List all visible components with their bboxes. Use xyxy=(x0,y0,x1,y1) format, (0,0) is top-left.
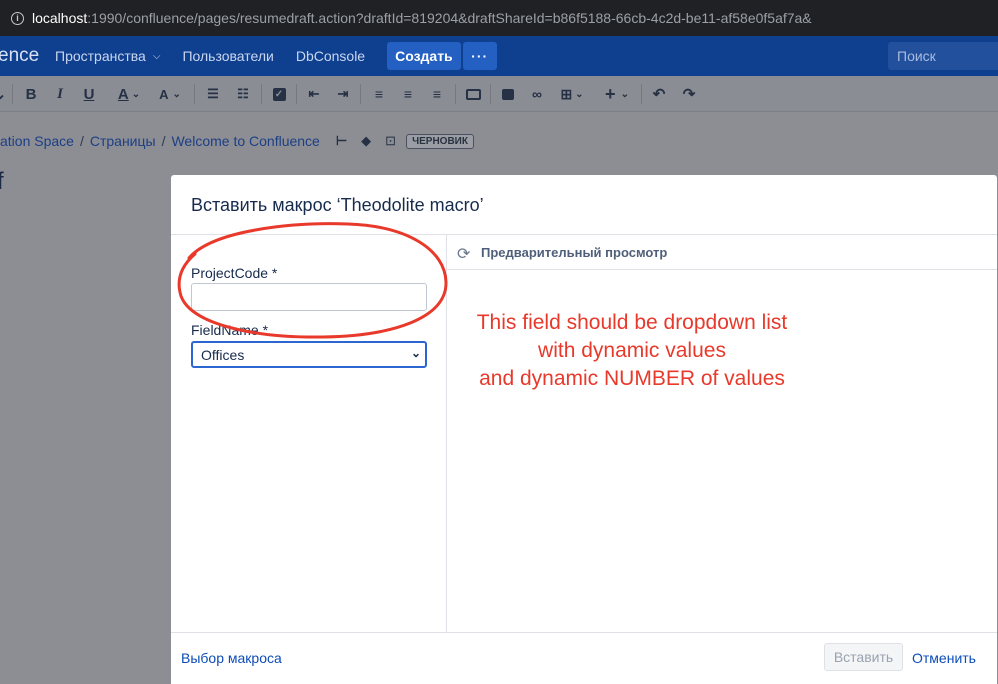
page-tree-icon[interactable]: ⊢ xyxy=(336,133,347,149)
nav-users[interactable]: Пользователи xyxy=(182,48,273,64)
url-host: localhost xyxy=(32,10,88,26)
annotation-line: with dynamic values xyxy=(538,339,726,362)
toolbar-divider xyxy=(490,84,491,104)
app-header: ence Пространства ⌵ Пользователи DbConso… xyxy=(0,36,998,76)
task-list-icon[interactable]: ✓ xyxy=(270,85,288,103)
annotation-ellipse xyxy=(177,222,448,339)
preview-divider xyxy=(447,269,997,270)
confluence-logo[interactable]: ence xyxy=(0,45,55,67)
breadcrumb-space[interactable]: ation Space xyxy=(0,133,74,149)
field-name-select[interactable]: Offices ⌄ xyxy=(191,341,427,368)
create-button[interactable]: Создать xyxy=(387,42,461,70)
toolbar-divider xyxy=(12,84,13,104)
status-badge: ЧЕРНОВИК xyxy=(406,133,474,149)
editor-toolbar: ⌄ B I U A ⌄ A ⌄ ☰ ☷ ✓ ⇤ ⇥ ≡ ≡ ≡ ∞ ⊞ ⌄ + ⌄ ↶ … xyxy=(0,76,998,112)
undo-icon[interactable]: ↶ xyxy=(650,85,668,103)
refresh-icon[interactable]: ⟳ xyxy=(457,244,470,264)
align-right-icon[interactable]: ≡ xyxy=(428,85,446,103)
image-icon[interactable] xyxy=(499,85,517,103)
italic-icon[interactable]: I xyxy=(51,85,69,103)
browser-address-bar[interactable]: i localhost:1990/confluence/pages/resume… xyxy=(0,0,998,36)
select-macro-link[interactable]: Выбор макроса xyxy=(181,650,282,666)
breadcrumb-separator: / xyxy=(161,133,166,149)
url-path: :1990/confluence/pages/resumedraft.actio… xyxy=(87,10,812,26)
breadcrumb: ation Space / Страницы / Welcome to Conf… xyxy=(0,133,474,149)
field-name-selected-value: Offices xyxy=(201,346,245,363)
nav-spaces[interactable]: Пространства ⌵ xyxy=(55,48,160,64)
toolbar-divider xyxy=(194,84,195,104)
toolbar-divider xyxy=(360,84,361,104)
annotation-line: and dynamic NUMBER of values xyxy=(479,367,785,390)
search-input[interactable]: Поиск xyxy=(888,42,998,70)
text-style-icon[interactable]: A ⌄ xyxy=(155,85,185,103)
toolbar-divider xyxy=(296,84,297,104)
toolbar-divider xyxy=(641,84,642,104)
underline-icon[interactable]: U xyxy=(80,85,98,103)
toolbar-divider xyxy=(261,84,262,104)
indent-icon[interactable]: ⇥ xyxy=(334,85,352,103)
more-button[interactable]: ··· xyxy=(462,42,497,70)
bold-icon[interactable]: B xyxy=(22,85,40,103)
preview-heading: Предварительный просмотр xyxy=(481,245,668,260)
chevron-down-icon: ⌄ xyxy=(410,346,421,360)
chevron-down-icon[interactable]: ⌄ xyxy=(0,85,6,103)
breadcrumb-pages[interactable]: Страницы xyxy=(90,133,156,149)
align-center-icon[interactable]: ≡ xyxy=(399,85,417,103)
site-info-icon[interactable]: i xyxy=(11,11,24,25)
cancel-button[interactable]: Отменить xyxy=(912,650,976,666)
unlock-icon[interactable]: ⊡ xyxy=(385,133,396,149)
dialog-footer-divider xyxy=(171,632,997,633)
nav-dbconsole[interactable]: DbConsole xyxy=(296,48,365,64)
breadcrumb-page[interactable]: Welcome to Confluence xyxy=(171,133,319,149)
nav-spaces-label: Пространства xyxy=(55,48,146,64)
toolbar-divider xyxy=(455,84,456,104)
bullet-list-icon[interactable]: ☰ xyxy=(204,85,222,103)
page-layout-icon[interactable] xyxy=(464,85,482,103)
outdent-icon[interactable]: ⇤ xyxy=(305,85,323,103)
text-color-icon[interactable]: A ⌄ xyxy=(114,85,144,103)
page-title[interactable]: f xyxy=(0,168,4,196)
redo-icon[interactable]: ↷ xyxy=(680,85,698,103)
insert-button[interactable]: Вставить xyxy=(824,643,903,671)
breadcrumb-separator: / xyxy=(79,133,84,149)
annotation-line: This field should be dropdown list xyxy=(476,311,788,334)
annotation-text: This field should be dropdown list with … xyxy=(447,309,817,393)
chevron-down-icon: ⌵ xyxy=(152,50,161,62)
numbered-list-icon[interactable]: ☷ xyxy=(234,85,252,103)
link-icon[interactable]: ∞ xyxy=(528,85,546,103)
tag-icon[interactable]: ◆ xyxy=(361,133,371,149)
align-left-icon[interactable]: ≡ xyxy=(370,85,388,103)
dialog-title: Вставить макрос ‘Theodolite macro’ xyxy=(191,195,484,215)
insert-more-icon[interactable]: + ⌄ xyxy=(601,84,633,104)
table-icon[interactable]: ⊞ ⌄ xyxy=(557,85,587,103)
